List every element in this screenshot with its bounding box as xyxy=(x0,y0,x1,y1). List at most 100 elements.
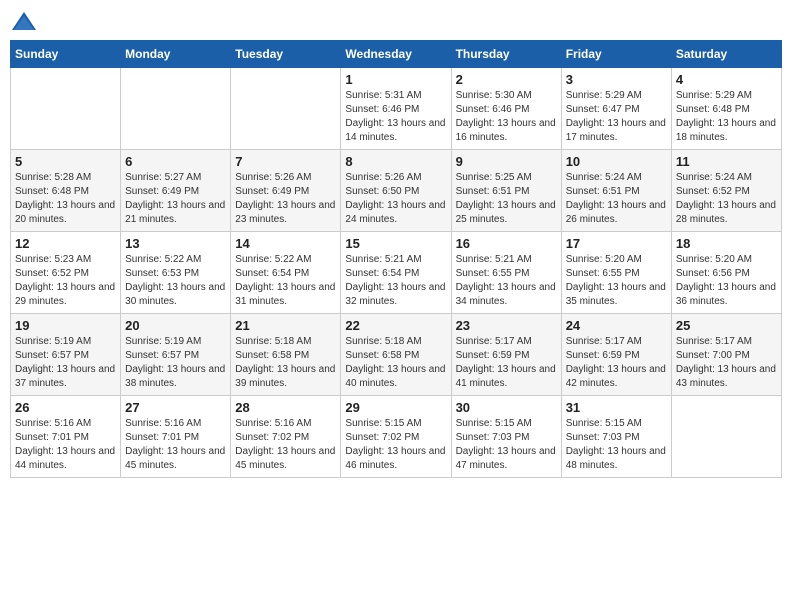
calendar-cell: 12 Sunrise: 5:23 AM Sunset: 6:52 PM Dayli… xyxy=(11,232,121,314)
day-number: 24 xyxy=(566,318,667,333)
day-of-week-header: Thursday xyxy=(451,41,561,68)
day-of-week-header: Saturday xyxy=(671,41,781,68)
calendar-cell: 15 Sunrise: 5:21 AM Sunset: 6:54 PM Dayli… xyxy=(341,232,451,314)
calendar-cell: 8 Sunrise: 5:26 AM Sunset: 6:50 PM Daylig… xyxy=(341,150,451,232)
calendar-cell: 14Sunrise: 5:22 AM Sunset: 6:54 PM Dayli… xyxy=(231,232,341,314)
day-of-week-header: Tuesday xyxy=(231,41,341,68)
day-info: Sunrise: 5:17 AM Sunset: 7:00 PM Dayligh… xyxy=(676,335,777,391)
day-of-week-header: Monday xyxy=(121,41,231,68)
calendar-cell: 22 Sunrise: 5:18 AM Sunset: 6:58 PM Dayli… xyxy=(341,314,451,396)
logo-icon xyxy=(10,10,38,32)
day-number: 3 xyxy=(566,72,667,87)
day-info: Sunrise: 5:29 AM Sunset: 6:47 PM Dayligh… xyxy=(566,89,667,145)
calendar-cell: 5Sunrise: 5:28 AM Sunset: 6:48 PM Daylig… xyxy=(11,150,121,232)
calendar-cell: 26 Sunrise: 5:16 AM Sunset: 7:01 PM Dayli… xyxy=(11,396,121,478)
day-info: Sunrise: 5:26 AM Sunset: 6:49 PM Dayligh… xyxy=(235,171,336,227)
calendar: SundayMondayTuesdayWednesdayThursdayFrid… xyxy=(10,40,782,478)
day-info: Sunrise: 5:15 AM Sunset: 7:03 PM Dayligh… xyxy=(566,417,667,473)
day-of-week-header: Wednesday xyxy=(341,41,451,68)
day-number: 11 xyxy=(676,154,777,169)
calendar-cell: 27 Sunrise: 5:16 AM Sunset: 7:01 PM Dayli… xyxy=(121,396,231,478)
day-of-week-header: Sunday xyxy=(11,41,121,68)
day-number: 25 xyxy=(676,318,777,333)
day-number: 9 xyxy=(456,154,557,169)
day-number: 4 xyxy=(676,72,777,87)
calendar-cell: 24 Sunrise: 5:17 AM Sunset: 6:59 PM Dayli… xyxy=(561,314,671,396)
calendar-cell xyxy=(671,396,781,478)
calendar-cell: 11 Sunrise: 5:24 AM Sunset: 6:52 PM Dayli… xyxy=(671,150,781,232)
day-number: 26 xyxy=(15,400,116,415)
calendar-cell: 4 Sunrise: 5:29 AM Sunset: 6:48 PM Daylig… xyxy=(671,68,781,150)
calendar-cell: 18 Sunrise: 5:20 AM Sunset: 6:56 PM Dayli… xyxy=(671,232,781,314)
calendar-cell: 10 Sunrise: 5:24 AM Sunset: 6:51 PM Dayli… xyxy=(561,150,671,232)
day-number: 18 xyxy=(676,236,777,251)
day-info: Sunrise: 5:25 AM Sunset: 6:51 PM Dayligh… xyxy=(456,171,557,227)
day-info: Sunrise: 5:17 AM Sunset: 6:59 PM Dayligh… xyxy=(456,335,557,391)
day-info: Sunrise: 5:17 AM Sunset: 6:59 PM Dayligh… xyxy=(566,335,667,391)
day-number: 12 xyxy=(15,236,116,251)
day-number: 7 xyxy=(235,154,336,169)
day-info: Sunrise: 5:16 AM Sunset: 7:01 PM Dayligh… xyxy=(15,417,116,473)
day-info: Sunrise: 5:20 AM Sunset: 6:55 PM Dayligh… xyxy=(566,253,667,309)
day-info: Sunrise: 5:18 AM Sunset: 6:58 PM Dayligh… xyxy=(235,335,336,391)
calendar-week-row: 26 Sunrise: 5:16 AM Sunset: 7:01 PM Dayli… xyxy=(11,396,782,478)
day-info: Sunrise: 5:26 AM Sunset: 6:50 PM Dayligh… xyxy=(345,171,446,227)
day-info: Sunrise: 5:22 AM Sunset: 6:53 PM Dayligh… xyxy=(125,253,226,309)
calendar-cell: 19 Sunrise: 5:19 AM Sunset: 6:57 PM Dayli… xyxy=(11,314,121,396)
calendar-week-row: 1 Sunrise: 5:31 AM Sunset: 6:46 PM Daylig… xyxy=(11,68,782,150)
day-info: Sunrise: 5:20 AM Sunset: 6:56 PM Dayligh… xyxy=(676,253,777,309)
day-number: 23 xyxy=(456,318,557,333)
calendar-cell: 25 Sunrise: 5:17 AM Sunset: 7:00 PM Dayli… xyxy=(671,314,781,396)
day-info: Sunrise: 5:21 AM Sunset: 6:55 PM Dayligh… xyxy=(456,253,557,309)
calendar-week-row: 12 Sunrise: 5:23 AM Sunset: 6:52 PM Dayli… xyxy=(11,232,782,314)
day-number: 1 xyxy=(345,72,446,87)
day-info: Sunrise: 5:16 AM Sunset: 7:01 PM Dayligh… xyxy=(125,417,226,473)
day-info: Sunrise: 5:21 AM Sunset: 6:54 PM Dayligh… xyxy=(345,253,446,309)
calendar-cell: 13 Sunrise: 5:22 AM Sunset: 6:53 PM Dayli… xyxy=(121,232,231,314)
day-number: 22 xyxy=(345,318,446,333)
calendar-cell: 6 Sunrise: 5:27 AM Sunset: 6:49 PM Daylig… xyxy=(121,150,231,232)
day-info: Sunrise: 5:31 AM Sunset: 6:46 PM Dayligh… xyxy=(345,89,446,145)
day-number: 15 xyxy=(345,236,446,251)
calendar-cell: 16Sunrise: 5:21 AM Sunset: 6:55 PM Dayli… xyxy=(451,232,561,314)
day-number: 28 xyxy=(235,400,336,415)
day-number: 29 xyxy=(345,400,446,415)
calendar-cell: 17 Sunrise: 5:20 AM Sunset: 6:55 PM Dayli… xyxy=(561,232,671,314)
day-number: 20 xyxy=(125,318,226,333)
day-info: Sunrise: 5:24 AM Sunset: 6:51 PM Dayligh… xyxy=(566,171,667,227)
day-number: 17 xyxy=(566,236,667,251)
day-info: Sunrise: 5:19 AM Sunset: 6:57 PM Dayligh… xyxy=(15,335,116,391)
header xyxy=(10,10,782,32)
day-number: 14 xyxy=(235,236,336,251)
day-number: 8 xyxy=(345,154,446,169)
day-info: Sunrise: 5:23 AM Sunset: 6:52 PM Dayligh… xyxy=(15,253,116,309)
calendar-cell: 23 Sunrise: 5:17 AM Sunset: 6:59 PM Dayli… xyxy=(451,314,561,396)
calendar-cell: 30Sunrise: 5:15 AM Sunset: 7:03 PM Dayli… xyxy=(451,396,561,478)
calendar-cell: 2 Sunrise: 5:30 AM Sunset: 6:46 PM Daylig… xyxy=(451,68,561,150)
day-number: 30 xyxy=(456,400,557,415)
day-number: 27 xyxy=(125,400,226,415)
calendar-cell: 3 Sunrise: 5:29 AM Sunset: 6:47 PM Daylig… xyxy=(561,68,671,150)
day-number: 10 xyxy=(566,154,667,169)
logo xyxy=(10,10,42,32)
day-info: Sunrise: 5:16 AM Sunset: 7:02 PM Dayligh… xyxy=(235,417,336,473)
day-info: Sunrise: 5:15 AM Sunset: 7:02 PM Dayligh… xyxy=(345,417,446,473)
day-info: Sunrise: 5:29 AM Sunset: 6:48 PM Dayligh… xyxy=(676,89,777,145)
day-info: Sunrise: 5:30 AM Sunset: 6:46 PM Dayligh… xyxy=(456,89,557,145)
day-number: 19 xyxy=(15,318,116,333)
calendar-cell: 31 Sunrise: 5:15 AM Sunset: 7:03 PM Dayli… xyxy=(561,396,671,478)
calendar-cell: 1 Sunrise: 5:31 AM Sunset: 6:46 PM Daylig… xyxy=(341,68,451,150)
day-number: 6 xyxy=(125,154,226,169)
day-info: Sunrise: 5:24 AM Sunset: 6:52 PM Dayligh… xyxy=(676,171,777,227)
calendar-cell xyxy=(121,68,231,150)
calendar-cell: 29 Sunrise: 5:15 AM Sunset: 7:02 PM Dayli… xyxy=(341,396,451,478)
day-info: Sunrise: 5:27 AM Sunset: 6:49 PM Dayligh… xyxy=(125,171,226,227)
day-number: 2 xyxy=(456,72,557,87)
calendar-header-row: SundayMondayTuesdayWednesdayThursdayFrid… xyxy=(11,41,782,68)
calendar-cell xyxy=(231,68,341,150)
day-of-week-header: Friday xyxy=(561,41,671,68)
day-info: Sunrise: 5:18 AM Sunset: 6:58 PM Dayligh… xyxy=(345,335,446,391)
day-number: 31 xyxy=(566,400,667,415)
calendar-cell: 28 Sunrise: 5:16 AM Sunset: 7:02 PM Dayli… xyxy=(231,396,341,478)
day-number: 13 xyxy=(125,236,226,251)
